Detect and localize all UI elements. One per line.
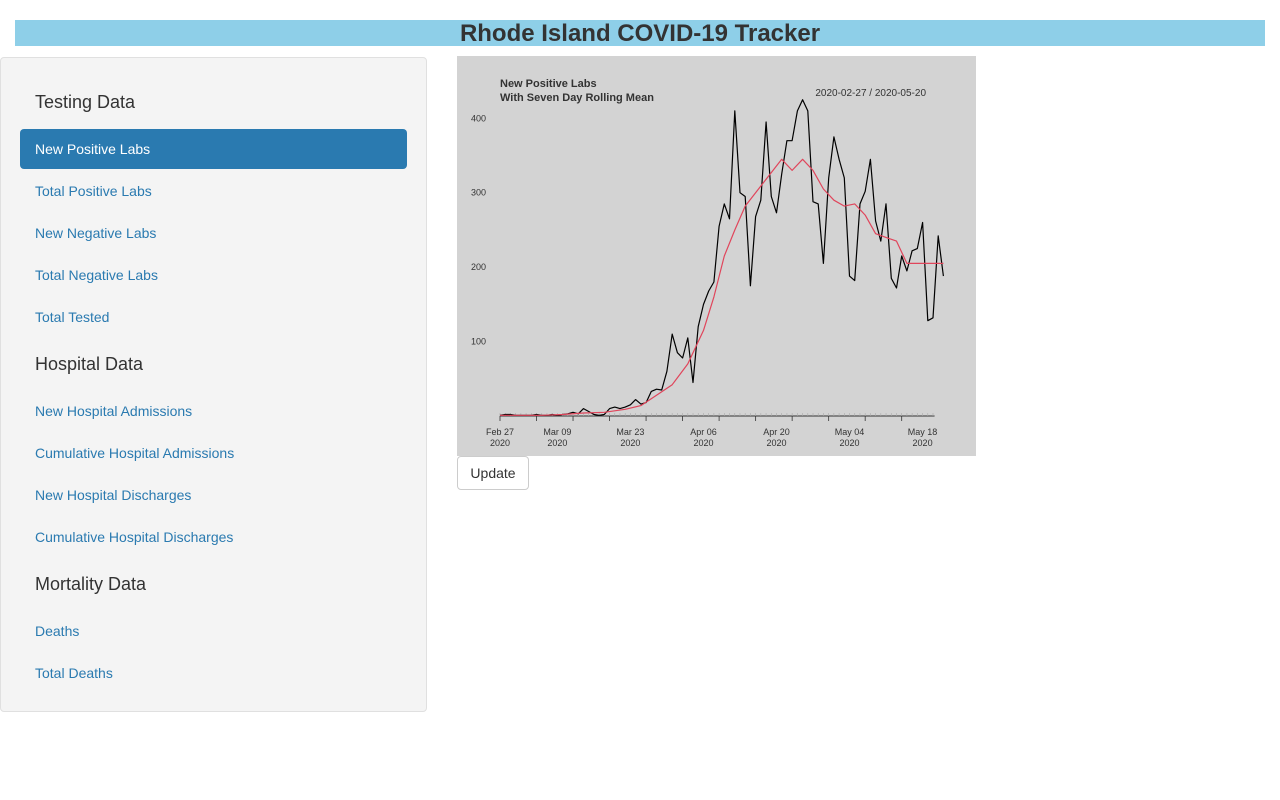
x-tick-label: Mar 23 [616, 427, 644, 437]
nav-item-deaths[interactable]: Deaths [20, 611, 407, 651]
x-tick-label: Apr 06 [690, 427, 717, 437]
x-tick-year: 2020 [547, 438, 567, 448]
x-tick-label: Apr 20 [763, 427, 790, 437]
x-tick-year: 2020 [913, 438, 933, 448]
series-rolling-mean-line [500, 158, 944, 416]
update-button[interactable]: Update [457, 456, 529, 490]
nav-item-new-positive-labs[interactable]: New Positive Labs [20, 129, 407, 169]
y-tick-label: 200 [471, 262, 486, 272]
y-tick-label: 100 [471, 337, 486, 347]
x-tick-label: May 18 [908, 427, 938, 437]
chart-title: New Positive Labs [500, 78, 597, 90]
sidebar: Testing Data New Positive Labs Total Pos… [0, 57, 427, 712]
y-tick-label: 400 [471, 113, 486, 123]
chart-date-range: 2020-02-27 / 2020-05-20 [815, 88, 926, 99]
nav-item-total-negative-labs[interactable]: Total Negative Labs [20, 255, 407, 295]
series-daily-line [499, 99, 944, 416]
nav-item-new-hospital-admissions[interactable]: New Hospital Admissions [20, 391, 407, 431]
section-heading-mortality: Mortality Data [35, 574, 147, 594]
x-tick-year: 2020 [840, 438, 860, 448]
nav-item-total-deaths[interactable]: Total Deaths [20, 653, 407, 693]
app-header: Rhode Island COVID-19 Tracker [15, 20, 1265, 47]
nav-item-total-positive-labs[interactable]: Total Positive Labs [20, 171, 407, 211]
x-tick-year: 2020 [490, 438, 510, 448]
x-tick-year: 2020 [620, 438, 640, 448]
x-tick-year: 2020 [693, 438, 713, 448]
nav-item-total-tested[interactable]: Total Tested [20, 297, 407, 337]
chart-svg: New Positive Labs With Seven Day Rolling… [471, 78, 944, 448]
y-tick-label: 300 [471, 188, 486, 198]
chart-subtitle: With Seven Day Rolling Mean [500, 92, 654, 104]
nav-item-cumulative-hospital-discharges[interactable]: Cumulative Hospital Discharges [20, 517, 407, 557]
section-heading-testing: Testing Data [35, 92, 136, 112]
x-tick-label: Feb 27 [486, 427, 514, 437]
nav-item-new-hospital-discharges[interactable]: New Hospital Discharges [20, 475, 407, 515]
chart-panel: New Positive Labs With Seven Day Rolling… [457, 56, 976, 456]
x-tick-label: Mar 09 [543, 427, 571, 437]
nav-item-cumulative-hospital-admissions[interactable]: Cumulative Hospital Admissions [20, 433, 407, 473]
x-tick-label: May 04 [835, 427, 865, 437]
section-heading-hospital: Hospital Data [35, 354, 144, 374]
x-tick-year: 2020 [766, 438, 786, 448]
nav-item-new-negative-labs[interactable]: New Negative Labs [20, 213, 407, 253]
page-title: Rhode Island COVID-19 Tracker [459, 20, 821, 47]
